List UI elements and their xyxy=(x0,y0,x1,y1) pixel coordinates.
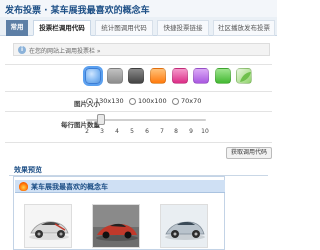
slider-tick: 7 xyxy=(160,128,164,135)
info-icon: i xyxy=(18,46,26,54)
divider xyxy=(5,64,272,65)
car-image xyxy=(25,205,71,247)
size-label-100: 100x100 xyxy=(138,97,167,105)
flame-icon xyxy=(19,182,28,191)
tab-common[interactable]: 常用 xyxy=(6,20,28,36)
divider xyxy=(5,142,272,143)
slider-tick: 4 xyxy=(115,128,119,135)
size-radio-70[interactable] xyxy=(172,98,179,105)
style-swatch-leaf[interactable] xyxy=(236,68,252,84)
car-thumbnail-1[interactable] xyxy=(24,204,72,248)
size-radio-100[interactable] xyxy=(129,98,136,105)
slider-tick: 10 xyxy=(201,128,209,135)
image-size-label: 图片大小 xyxy=(60,98,100,108)
slider-tick: 2 xyxy=(85,128,89,135)
style-swatch-pink[interactable] xyxy=(172,68,188,84)
slider-tick: 5 xyxy=(130,128,134,135)
notice-bar: i 在您的网站上调用投票栏 » xyxy=(13,43,270,56)
style-swatch-orange[interactable] xyxy=(150,68,166,84)
leaf-icon xyxy=(240,72,251,82)
car-thumbnail-3[interactable] xyxy=(160,204,208,248)
car-image xyxy=(161,205,207,247)
tab-chart-code[interactable]: 统计图调用代码 xyxy=(95,20,153,36)
style-swatch-purple[interactable] xyxy=(193,68,209,84)
slider-tick: 9 xyxy=(189,128,193,135)
get-code-button[interactable]: 获取调用代码 xyxy=(226,147,272,159)
size-label-130: 130x130 xyxy=(95,97,124,105)
preview-widget-title: 某车展我最喜欢的概念车 xyxy=(31,183,108,191)
tab-bar: 常用 投票栏调用代码 统计图调用代码 快捷投票链接 社区播放发布投票 xyxy=(0,17,277,36)
tab-community-publish[interactable]: 社区播放发布投票 xyxy=(213,20,275,36)
slider-tick: 8 xyxy=(174,128,178,135)
size-radio-130[interactable] xyxy=(86,98,93,105)
style-swatch-green[interactable] xyxy=(215,68,231,84)
style-swatch-gray[interactable] xyxy=(107,68,123,84)
tab-vote-bar-code[interactable]: 投票栏调用代码 xyxy=(33,20,91,36)
slider-tick: 3 xyxy=(100,128,104,135)
preview-title: 效果预览 xyxy=(14,166,42,174)
divider xyxy=(5,91,272,92)
car-image xyxy=(93,205,139,247)
car-thumbnail-2[interactable] xyxy=(92,204,140,248)
preview-widget-header: 某车展我最喜欢的概念车 xyxy=(15,180,225,193)
notice-text[interactable]: 在您的网站上调用投票栏 » xyxy=(29,46,101,55)
page-title: 发布投票 · 某车展我最喜欢的概念车 xyxy=(5,6,150,16)
images-per-row-slider-thumb[interactable] xyxy=(97,114,105,125)
divider xyxy=(5,111,272,112)
size-label-70: 70x70 xyxy=(181,97,202,105)
style-swatch-dark[interactable] xyxy=(128,68,144,84)
window-header: 发布投票 · 某车展我最喜欢的概念车 xyxy=(0,0,277,17)
style-swatch-blue[interactable] xyxy=(85,68,101,84)
slider-tick: 6 xyxy=(145,128,149,135)
tab-quick-link[interactable]: 快捷投票链接 xyxy=(157,20,209,36)
